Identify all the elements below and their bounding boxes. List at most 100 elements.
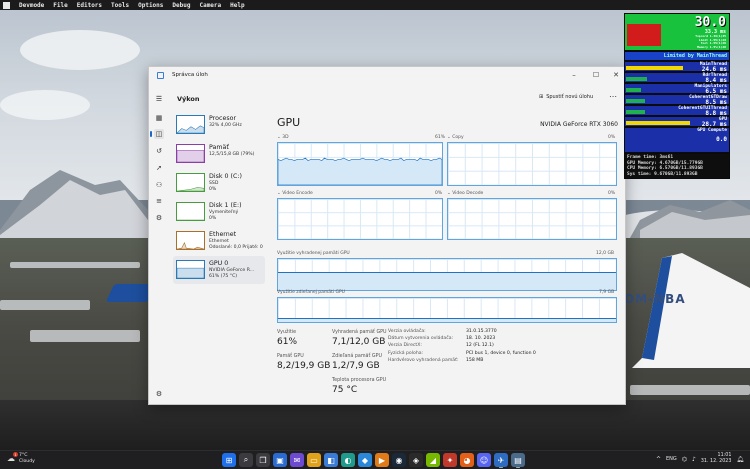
hud-thread-bar xyxy=(626,99,645,103)
discord-icon[interactable]: ☺ xyxy=(477,453,491,467)
weather-widget[interactable]: ☁ 1 7°C Cloudy xyxy=(6,452,35,464)
stat-value: 7,1/12,0 GB xyxy=(332,337,386,347)
engine-decode-pct: 0% xyxy=(608,191,616,196)
limited-by-label: Limited by MainThread xyxy=(624,51,730,61)
settings-icon[interactable]: ⚙ xyxy=(154,389,164,399)
system-tray: ^ ENG ⌬ ♪ 11:01 31. 12. 2023 🔔︎ xyxy=(656,453,744,465)
section-header: Výkon ⊞ Spustiť novú úlohu ⋯ xyxy=(169,89,625,109)
performance-icon[interactable]: ◫ xyxy=(150,129,164,139)
property-value: 158 MB xyxy=(466,357,484,363)
gpu-model: NVIDIA GeForce RTX 3060 xyxy=(540,121,618,128)
epic-icon[interactable]: ◈ xyxy=(409,453,423,467)
gpu-compute-value: 0.0 xyxy=(716,136,727,143)
window-title: Správca úloh xyxy=(172,72,208,78)
sidebar-item-label: Ethernet xyxy=(209,231,237,238)
gpu-compute-row: GPU Compute 0.0 xyxy=(624,127,730,153)
minimize-icon[interactable]: – xyxy=(563,67,585,83)
volume-icon[interactable]: ♪ xyxy=(692,456,696,463)
new-task-button[interactable]: ⊞ Spustiť novú úlohu xyxy=(539,94,593,100)
hud-thread-bar xyxy=(626,88,641,92)
stat-value: 61% xyxy=(277,337,298,347)
memory-stats: Frame time: 3ms61 GPU Memory: 4.670GB/15… xyxy=(624,153,730,179)
game-icon[interactable]: ✦ xyxy=(443,453,457,467)
notifications-icon[interactable]: 🔔︎ xyxy=(736,456,744,463)
gpu-compute-label: GPU Compute xyxy=(697,128,727,133)
media-player-icon[interactable]: ▶ xyxy=(375,453,389,467)
edge-icon[interactable]: ◐ xyxy=(341,453,355,467)
sidebar-item-detail: Vymeniteľný xyxy=(209,210,239,215)
devmode-menu-file[interactable]: File xyxy=(53,2,67,9)
task-manager-window: Správca úloh – ☐ ✕ ☰ ▦ ◫ ↺ ➚ ⚇ ≡ ⚙ ⚙ Výk… xyxy=(148,66,626,405)
clock-date: 31. 12. 2023 xyxy=(700,459,732,464)
sidebar-item-disk-1-e[interactable]: Disk 1 (E:) Vymeniteľný 0% xyxy=(173,198,265,226)
app-history-icon[interactable]: ↺ xyxy=(154,146,164,156)
sidebar-item-pam[interactable]: Pamäť 12,5/15,8 GB (79%) xyxy=(173,140,265,168)
details-icon[interactable]: ≡ xyxy=(154,196,164,206)
devmode-menu-debug[interactable]: Debug xyxy=(172,2,190,9)
search-icon[interactable]: ⌕ xyxy=(239,453,253,467)
task-view-icon[interactable]: ❐ xyxy=(256,453,270,467)
sidebar-item-procesor[interactable]: Procesor 32% 4,00 GHz xyxy=(173,111,265,139)
dedicated-memory-graph xyxy=(277,258,617,291)
engine-copy-pct: 0% xyxy=(608,135,616,140)
nvidia-icon[interactable]: ◢ xyxy=(426,453,440,467)
devmode-menu-editors[interactable]: Editors xyxy=(77,2,102,9)
devmode-menu-help[interactable]: Help xyxy=(230,2,244,9)
devmode-menu-options[interactable]: Options xyxy=(138,2,163,9)
hud-thread-bar xyxy=(626,77,647,81)
network-icon[interactable]: ⌬ xyxy=(682,456,687,463)
devmode-menu-camera[interactable]: Camera xyxy=(199,2,221,9)
more-options-icon[interactable]: ⋯ xyxy=(609,92,617,101)
close-icon[interactable]: ✕ xyxy=(605,67,625,83)
property-row: Dátum vytvorenia ovládača: 18. 10. 2023 xyxy=(388,336,618,343)
chevron-up-icon[interactable]: ^ xyxy=(656,456,661,463)
property-row: Fyzická poloha: PCI bus 1, device 0, func… xyxy=(388,351,618,358)
store-icon[interactable]: ◧ xyxy=(324,453,338,467)
sidebar-item-gpu-0[interactable]: GPU 0 NVIDIA GeForce R... 61% (75 °C) xyxy=(173,256,265,284)
fps-value: 30.0 xyxy=(694,15,726,30)
sidebar-item-detail: 12,5/15,8 GB (79%) xyxy=(209,152,255,157)
fps-detail-lines: Topcord 1.39(1)35 Limit 1.55(1)20 Tool 1… xyxy=(690,34,726,49)
app-icon[interactable]: ◆ xyxy=(358,453,372,467)
shared-memory-max: 7,9 GB xyxy=(599,290,615,295)
widgets-icon[interactable]: ▣ xyxy=(273,453,287,467)
snow-patch xyxy=(30,330,140,342)
devmode-menu-tools[interactable]: Tools xyxy=(111,2,129,9)
engine-decode-label[interactable]: ⌄ Video Decode xyxy=(447,191,483,196)
engine-copy-label[interactable]: ⌄ Copy xyxy=(447,135,464,140)
hud-thread-row: Manipulators 6.5 ms xyxy=(624,83,730,95)
file-explorer-icon[interactable]: ▭ xyxy=(307,453,321,467)
startup-apps-icon[interactable]: ➚ xyxy=(154,163,164,173)
hud-thread-bar xyxy=(626,110,645,114)
taskbar-apps: ⊞ ⌕ ❐ ▣ ✉ ▭ ◧ ◐ ◆ ▶ ◉ ◈ ◢ ✦ ◕ ☺ ✈ ▤ xyxy=(222,453,525,468)
clock[interactable]: 11:01 31. 12. 2023 xyxy=(701,453,732,465)
property-key: Verzia DirectX: xyxy=(388,343,422,349)
sidebar-item-detail: 61% (75 °C) xyxy=(209,274,238,279)
steam-icon[interactable]: ◉ xyxy=(392,453,406,467)
maximize-icon[interactable]: ☐ xyxy=(585,67,607,83)
sidebar-item-ethernet[interactable]: Ethernet Ethernet Odoslané: 0,0 Prijaté: 0 xyxy=(173,227,265,255)
task-manager-icon[interactable]: ▤ xyxy=(511,453,525,468)
windows-start-icon[interactable]: ⊞ xyxy=(222,453,236,467)
services-icon[interactable]: ⚙ xyxy=(154,213,164,223)
sidebar-item-disk-0-c[interactable]: Disk 0 (C:) SSD 0% xyxy=(173,169,265,197)
devmode-menu-devmode[interactable]: Devmode xyxy=(19,2,44,9)
engine-encode-label[interactable]: ⌄ Video Encode xyxy=(277,191,313,196)
shared-memory-fill xyxy=(278,318,616,322)
users-icon[interactable]: ⚇ xyxy=(154,180,164,190)
firefox-icon[interactable]: ◕ xyxy=(460,453,474,467)
title-bar[interactable]: Správca úloh – ☐ ✕ xyxy=(149,67,625,83)
sidebar-item-detail: NVIDIA GeForce R... xyxy=(209,268,255,273)
hud-thread-bar xyxy=(626,66,684,70)
sidebar-item-label: Disk 0 (C:) xyxy=(209,173,242,180)
chat-icon[interactable]: ✉ xyxy=(290,453,304,467)
processes-icon[interactable]: ▦ xyxy=(154,113,164,123)
dedicated-memory-label: Využitie vyhradenej pamäti GPU xyxy=(277,251,350,256)
engine-encode-pct: 0% xyxy=(435,191,443,196)
cloud xyxy=(20,30,140,70)
language-indicator[interactable]: ENG xyxy=(666,456,677,462)
flight-simulator-icon[interactable]: ✈ xyxy=(494,453,508,468)
menu-icon[interactable]: ☰ xyxy=(154,94,164,104)
sidebar-item-label: GPU 0 xyxy=(209,260,229,267)
engine-3d-label[interactable]: ⌄ 3D xyxy=(277,135,289,140)
